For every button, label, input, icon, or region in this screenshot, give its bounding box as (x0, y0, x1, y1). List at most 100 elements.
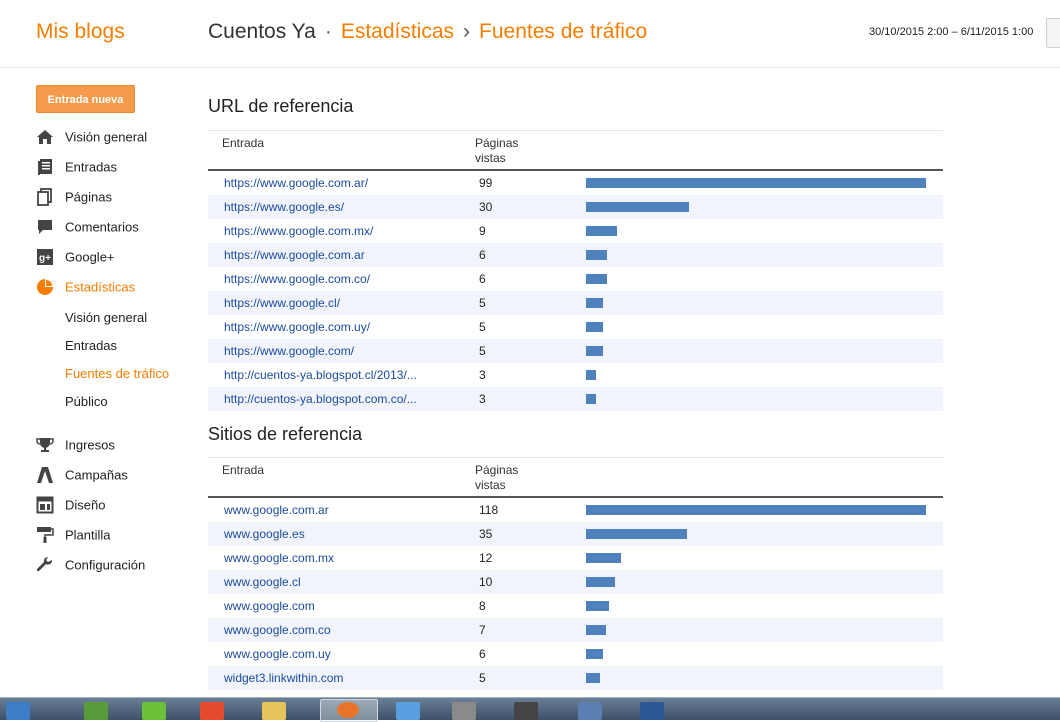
frog-icon[interactable] (142, 702, 166, 720)
pageviews-count: 5 (479, 344, 486, 358)
pencil-icon[interactable] (396, 702, 420, 720)
pageviews-bar (586, 649, 603, 659)
referrer-link[interactable]: www.google.com.mx (224, 551, 446, 565)
pageviews-bar (586, 505, 926, 515)
trophy-icon (36, 438, 54, 452)
pageviews-bar (586, 673, 600, 683)
sidebar-item-google-plus[interactable]: g+ Google+ (36, 248, 115, 270)
referrer-link[interactable]: http://cuentos-ya.blogspot.com.co/... (224, 392, 446, 406)
referrer-link[interactable]: www.google.com.co (224, 623, 446, 637)
my-blogs-link[interactable]: Mis blogs (36, 20, 125, 44)
column-header-pageviews-line1: Páginas (475, 463, 519, 477)
referrer-link[interactable]: www.google.com.ar (224, 503, 446, 517)
column-header-entry: Entrada (222, 136, 265, 150)
breadcrumb-traffic-sources[interactable]: Fuentes de tráfico (479, 20, 647, 43)
referrer-link[interactable]: https://www.google.cl/ (224, 296, 446, 310)
referrer-link[interactable]: https://www.google.com.ar (224, 248, 446, 262)
date-range-button[interactable] (1046, 18, 1060, 48)
referrer-link[interactable]: https://www.google.es/ (224, 200, 446, 214)
table-row: https://www.google.com/5 (208, 339, 943, 363)
sidebar-item-earnings[interactable]: Ingresos (36, 436, 115, 458)
sidebar-item-label: Ingresos (65, 437, 115, 453)
referrer-link[interactable]: www.google.cl (224, 575, 446, 589)
referrer-link[interactable]: https://www.google.com/ (224, 344, 446, 358)
table-row: https://www.google.com.co/6 (208, 267, 943, 291)
referrer-link[interactable]: http://cuentos-ya.blogspot.cl/2013/... (224, 368, 446, 382)
posts-icon (38, 159, 52, 175)
home-icon (37, 130, 53, 144)
pageviews-bar (586, 553, 621, 563)
sidebar-subitem-audience[interactable]: Público (65, 394, 108, 409)
referrer-link[interactable]: www.google.com.uy (224, 647, 446, 661)
pageviews-bar (586, 178, 926, 188)
comments-icon (38, 220, 52, 234)
sidebar-item-label: Estadísticas (65, 279, 136, 295)
column-header-pageviews-line2: vistas (475, 478, 506, 492)
breadcrumb-blog-name[interactable]: Cuentos Ya (208, 20, 316, 43)
pageviews-bar (586, 601, 609, 611)
sidebar-item-layout[interactable]: Diseño (36, 496, 105, 518)
table-header: Entrada Páginas vistas (208, 130, 943, 171)
date-range-label: 30/10/2015 2:00 – 6/11/2015 1:00 (869, 26, 1034, 38)
pageviews-bar (586, 370, 596, 380)
wrench-icon (36, 556, 53, 572)
referrer-link[interactable]: https://www.google.com.uy/ (224, 320, 446, 334)
table-row: www.google.es 35 (208, 522, 943, 546)
referrer-link[interactable]: https://www.google.com.mx/ (224, 224, 446, 238)
paint-icon[interactable] (578, 702, 602, 720)
sidebar-item-overview[interactable]: Visión general (36, 128, 147, 150)
folder-icon[interactable] (262, 702, 286, 720)
sidebar-subitem-overview[interactable]: Visión general (65, 310, 147, 325)
table-row: https://www.google.com.ar/99 (208, 171, 943, 195)
new-post-button[interactable]: Entrada nueva (36, 85, 135, 113)
chrome-icon[interactable] (200, 702, 224, 720)
sidebar-item-pages[interactable]: Páginas (36, 188, 112, 210)
top-header: Mis blogs Cuentos Ya · Estadísticas › Fuente… (0, 0, 1060, 68)
pageviews-count: 9 (479, 224, 486, 238)
referrer-link[interactable]: widget3.linkwithin.com (224, 671, 446, 685)
sidebar-item-label: Entradas (65, 159, 118, 175)
pageviews-bar (586, 394, 596, 404)
pageviews-count: 5 (479, 671, 486, 685)
sidebar-subitem-posts[interactable]: Entradas (65, 338, 117, 353)
referring-urls-table: Entrada Páginas vistas https://www.google… (208, 130, 943, 412)
sidebar-item-label: Campañas (65, 467, 128, 483)
table-row: widget3.linkwithin.com 5 (208, 666, 943, 690)
referrer-link[interactable]: https://www.google.com.co/ (224, 272, 446, 286)
pages-icon (37, 188, 52, 206)
sidebar-item-label: Configuración (65, 557, 146, 573)
sidebar-subitem-traffic-sources[interactable]: Fuentes de tráfico (65, 366, 169, 381)
app-icon[interactable] (452, 702, 476, 720)
table-row: www.google.com.mx 12 (208, 546, 943, 570)
sidebar-item-template[interactable]: Plantilla (36, 526, 111, 548)
pageviews-bar (586, 577, 615, 587)
sidebar-item-comments[interactable]: Comentarios (36, 218, 139, 240)
sidebar-item-stats[interactable]: Estadísticas (36, 278, 135, 300)
column-header-pageviews: Páginas vistas (475, 463, 518, 493)
pageviews-bar (586, 226, 617, 236)
section-title-referring-sites: Sitios de referencia (208, 424, 363, 444)
referrer-link[interactable]: www.google.com (224, 599, 446, 613)
pageviews-count: 7 (479, 623, 486, 637)
referrer-link[interactable]: https://www.google.com.ar/ (224, 176, 446, 190)
start-orb-icon[interactable] (6, 702, 30, 720)
breadcrumb-stats[interactable]: Estadísticas (341, 20, 454, 43)
pageviews-count: 3 (479, 392, 486, 406)
film-icon[interactable] (514, 702, 538, 720)
pageviews-bar (586, 250, 607, 260)
stats-pie-icon (37, 279, 53, 295)
pageviews-count: 99 (479, 176, 493, 190)
sidebar-item-settings[interactable]: Configuración (36, 556, 145, 578)
minecraft-icon[interactable] (84, 702, 108, 720)
pageviews-bar (586, 625, 606, 635)
word-icon[interactable] (640, 702, 664, 720)
breadcrumb: Cuentos Ya · Estadísticas › Fuentes de tráfi… (208, 20, 647, 44)
sidebar-item-campaigns[interactable]: Campañas (36, 466, 128, 488)
referrer-link[interactable]: www.google.es (224, 527, 446, 541)
sidebar-item-posts[interactable]: Entradas (36, 158, 117, 180)
pageviews-bar (586, 529, 687, 539)
pageviews-bar (586, 202, 689, 212)
sidebar-item-label: Diseño (65, 497, 106, 513)
table-row: http://cuentos-ya.blogspot.cl/2013/... 3 (208, 363, 943, 387)
firefox-logo (337, 702, 359, 718)
